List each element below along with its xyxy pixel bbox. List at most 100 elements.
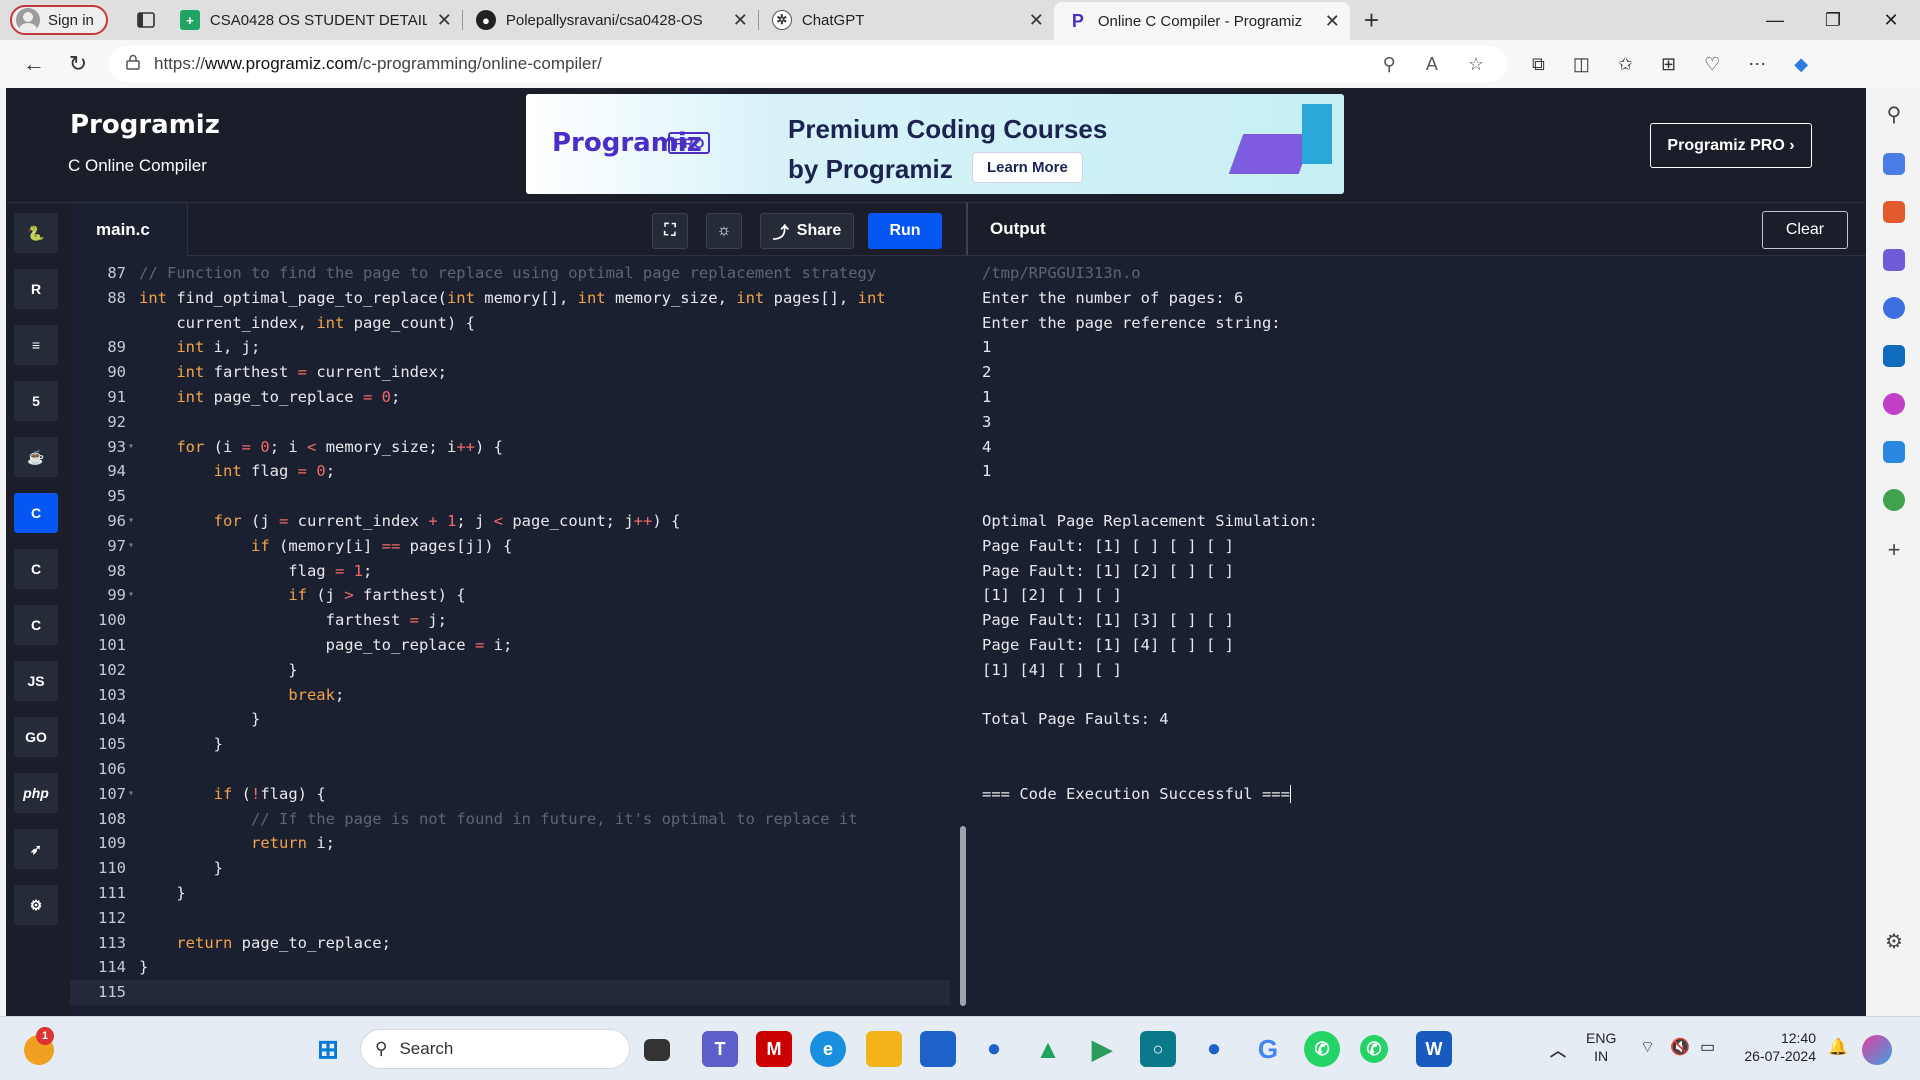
- fold-arrow-icon[interactable]: ▾: [128, 782, 134, 807]
- language-indicator[interactable]: ENG IN: [1586, 1029, 1616, 1065]
- copilot-taskbar-icon[interactable]: [1862, 1035, 1892, 1065]
- favorite-star-icon[interactable]: ☆: [1468, 54, 1484, 75]
- tab-github[interactable]: ● Polepallysravani/csa0428-OS ✕: [461, 0, 758, 40]
- code-line[interactable]: 87 // Function to find the page to replac…: [70, 261, 950, 286]
- code-line[interactable]: 101 page_to_replace = i;: [70, 633, 950, 658]
- show-hidden-icons[interactable]: ︿: [1540, 1031, 1576, 1067]
- battery-icon[interactable]: ▭: [1700, 1039, 1715, 1057]
- store-icon[interactable]: [920, 1031, 956, 1067]
- code-line[interactable]: 115: [70, 980, 950, 1005]
- google-drive-icon[interactable]: ▲: [1030, 1031, 1066, 1067]
- cortana-icon[interactable]: ○: [1140, 1031, 1176, 1067]
- code-line[interactable]: 114}: [70, 955, 950, 980]
- play-store-icon[interactable]: ▶: [1084, 1031, 1120, 1067]
- close-window-icon[interactable]: ✕: [1862, 0, 1920, 40]
- go-icon[interactable]: GO: [14, 717, 58, 757]
- edge-icon[interactable]: e: [810, 1031, 846, 1067]
- share-button[interactable]: ⤴ Share: [760, 213, 854, 249]
- code-line[interactable]: 94 int flag = 0;: [70, 459, 950, 484]
- tools-icon[interactable]: [1883, 201, 1905, 223]
- sql-database-icon[interactable]: ≡: [14, 325, 58, 365]
- editor-scrollbar[interactable]: [960, 256, 966, 1016]
- close-icon[interactable]: ✕: [1029, 10, 1044, 31]
- zoom-icon[interactable]: ⚲: [1383, 54, 1396, 75]
- fold-arrow-icon[interactable]: ▾: [128, 583, 134, 608]
- file-tab-main-c[interactable]: main.c: [70, 203, 188, 257]
- file-explorer-icon[interactable]: [866, 1031, 902, 1067]
- teams-icon[interactable]: T: [702, 1031, 738, 1067]
- learn-more-button[interactable]: Learn More: [972, 152, 1083, 183]
- designer-icon[interactable]: [1883, 393, 1905, 415]
- tab-actions-icon[interactable]: [126, 0, 166, 40]
- volume-muted-icon[interactable]: 🔇: [1670, 1039, 1690, 1057]
- java-icon[interactable]: ☕: [14, 437, 58, 477]
- sign-in-button[interactable]: Sign in: [10, 5, 108, 35]
- code-line[interactable]: current_index, int page_count) {: [70, 311, 950, 336]
- close-icon[interactable]: ✕: [733, 10, 748, 31]
- extensions-icon[interactable]: ⧉: [1532, 54, 1545, 75]
- code-editor[interactable]: 87 // Function to find the page to replac…: [70, 256, 966, 1016]
- javascript-icon[interactable]: JS: [14, 661, 58, 701]
- r-icon[interactable]: R: [14, 269, 58, 309]
- code-line[interactable]: 93 ▾ for (i = 0; i < memory_size; i++) {: [70, 435, 950, 460]
- more-icon[interactable]: ⋯: [1748, 54, 1766, 75]
- code-line[interactable]: 98 flag = 1;: [70, 559, 950, 584]
- whatsapp-icon[interactable]: ✆: [1304, 1031, 1340, 1067]
- rust-icon[interactable]: ⚙: [14, 885, 58, 925]
- code-line[interactable]: 99 ▾ if (j > farthest) {: [70, 583, 950, 608]
- mcafee-icon[interactable]: M: [756, 1031, 792, 1067]
- output-console[interactable]: /tmp/RPGGUI313n.o Enter the number of pag…: [968, 256, 1866, 1016]
- code-line[interactable]: 110 }: [70, 856, 950, 881]
- taskbar-search-input[interactable]: ⚲ Search: [360, 1029, 630, 1069]
- code-line[interactable]: 90 int farthest = current_index;: [70, 360, 950, 385]
- python-icon[interactable]: 🐍: [14, 213, 58, 253]
- notification-bell-icon[interactable]: 🔔: [1828, 1039, 1848, 1057]
- cpp-icon[interactable]: C: [14, 549, 58, 589]
- csharp-icon[interactable]: C: [14, 605, 58, 645]
- code-line[interactable]: 96 ▾ for (j = current_index + 1; j < page…: [70, 509, 950, 534]
- split-screen-icon[interactable]: ◫: [1573, 54, 1590, 75]
- swift-icon[interactable]: ➶: [14, 829, 58, 869]
- contacts-icon[interactable]: ●: [1196, 1031, 1232, 1067]
- code-line[interactable]: 109 return i;: [70, 831, 950, 856]
- close-icon[interactable]: ✕: [1325, 11, 1340, 32]
- clear-button[interactable]: Clear: [1762, 211, 1848, 249]
- tree-icon[interactable]: [1883, 489, 1905, 511]
- collections-icon[interactable]: ⊞: [1661, 54, 1676, 75]
- fold-arrow-icon[interactable]: ▾: [128, 509, 134, 534]
- tab-programiz[interactable]: P Online C Compiler - Programiz ✕: [1053, 2, 1350, 40]
- code-line[interactable]: 107 ▾ if (!flag) {: [70, 782, 950, 807]
- new-tab-button[interactable]: +: [1364, 5, 1379, 36]
- code-line[interactable]: 111 }: [70, 881, 950, 906]
- fold-arrow-icon[interactable]: ▾: [128, 435, 134, 460]
- code-line[interactable]: 112: [70, 906, 950, 931]
- google-icon[interactable]: G: [1250, 1031, 1286, 1067]
- windows-start-icon[interactable]: ⊞: [310, 1031, 346, 1067]
- code-line[interactable]: 100 farthest = j;: [70, 608, 950, 633]
- wifi-icon[interactable]: ⌔: [1640, 1039, 1655, 1057]
- code-line[interactable]: 105 }: [70, 732, 950, 757]
- scrollbar-thumb[interactable]: [960, 826, 966, 1006]
- games-icon[interactable]: [1883, 249, 1905, 271]
- code-line[interactable]: 108 // If the page is not found in futur…: [70, 807, 950, 832]
- code-line[interactable]: 106: [70, 757, 950, 782]
- programiz-logo[interactable]: Programiz: [70, 110, 220, 140]
- c-language-icon[interactable]: C: [14, 493, 58, 533]
- minimize-icon[interactable]: —: [1746, 0, 1804, 40]
- word-icon[interactable]: W: [1416, 1031, 1452, 1067]
- close-icon[interactable]: ✕: [437, 10, 452, 31]
- outlook-icon[interactable]: [1883, 345, 1905, 367]
- send-icon[interactable]: [1883, 441, 1905, 463]
- url-input[interactable]: https://www.programiz.com/c-programming/…: [108, 46, 1508, 82]
- code-line[interactable]: 95: [70, 484, 950, 509]
- promo-banner[interactable]: Programiz PRO Premium Coding Courses by …: [526, 94, 1344, 194]
- code-line[interactable]: 102 }: [70, 658, 950, 683]
- run-button[interactable]: Run: [868, 213, 942, 249]
- copilot-icon[interactable]: ◆: [1794, 54, 1808, 75]
- people-icon[interactable]: ●: [976, 1031, 1012, 1067]
- code-line[interactable]: 103 break;: [70, 683, 950, 708]
- refresh-icon[interactable]: ↻: [58, 44, 98, 84]
- whatsapp-web-icon[interactable]: ✆: [1360, 1035, 1388, 1063]
- code-line[interactable]: 88 int find_optimal_page_to_replace(int m…: [70, 286, 950, 311]
- php-icon[interactable]: php: [14, 773, 58, 813]
